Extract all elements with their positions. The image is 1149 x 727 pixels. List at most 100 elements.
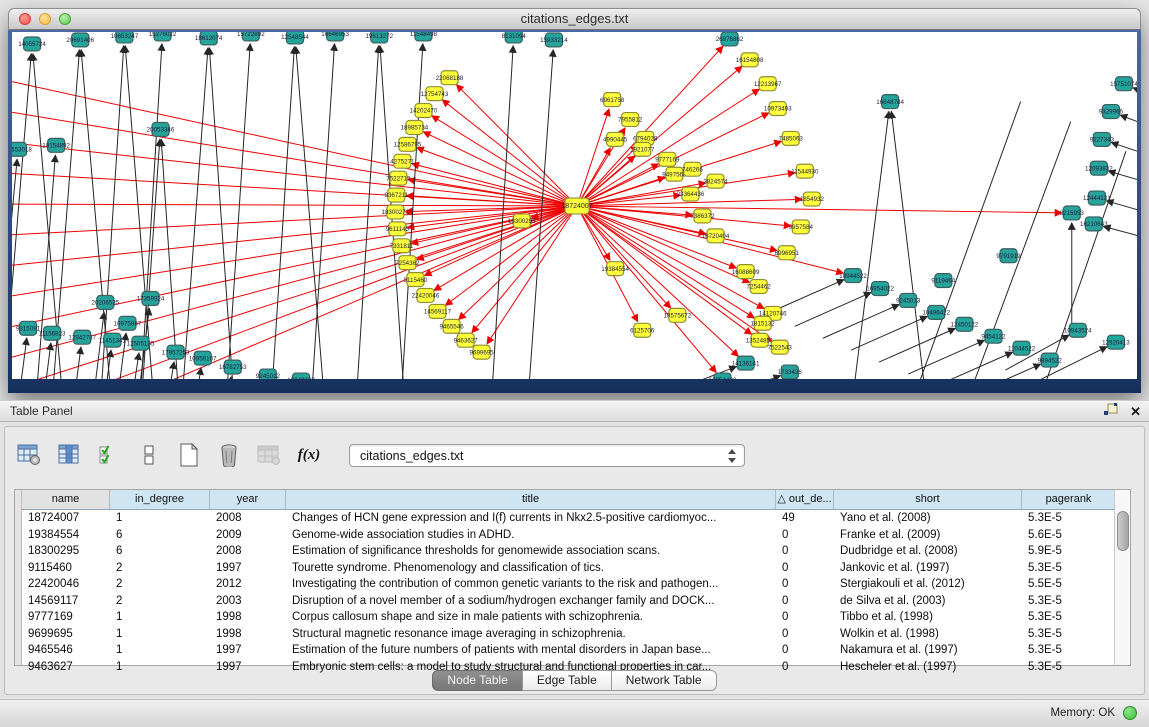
network-node[interactable]: 1854932 [800,192,825,206]
network-node[interactable]: 7522713 [386,171,411,185]
column-header[interactable]: name [22,490,110,509]
network-node[interactable]: 20206535 [92,295,120,309]
network-node[interactable]: 11156823 [39,326,66,340]
network-node[interactable]: 12444131 [1083,191,1111,205]
network-node[interactable]: 12548544 [281,32,309,44]
dropdown-stepper-icon[interactable] [726,448,738,464]
table-row[interactable]: 1830029562008Estimation of significance … [22,543,1130,560]
network-node[interactable]: 8215953 [1060,206,1085,220]
network-node[interactable]: 8131094 [502,32,527,43]
network-node[interactable]: 16646953 [321,32,349,41]
network-node[interactable]: 10975887 [114,316,142,330]
network-node[interactable]: 9329966 [1099,105,1124,119]
network-node[interactable]: 14569117 [424,304,452,318]
table-row[interactable]: 977716911998Corpus callosum shape and si… [22,609,1130,626]
network-node[interactable]: 10340122 [287,373,315,379]
network-node[interactable]: 12586795 [394,137,422,151]
network-node[interactable]: 16154808 [736,53,764,67]
close-window-button[interactable] [19,13,31,25]
network-node[interactable]: 12450122 [951,317,979,331]
network-node[interactable]: 18612074 [195,32,223,45]
network-node[interactable]: 18154892 [42,138,70,152]
column-header[interactable]: short [834,490,1022,509]
network-node[interactable]: 12754743 [421,87,449,101]
network-node[interactable]: 16954022 [866,282,894,296]
new-table-icon[interactable] [175,441,203,469]
network-node[interactable]: 16782753 [219,360,247,374]
network-node[interactable]: 9957584 [789,220,814,234]
network-node[interactable]: 9115460 [404,273,428,287]
network-node[interactable]: 7331811 [390,239,414,253]
network-node[interactable]: 12505135 [127,336,155,350]
network-node[interactable]: 26876862 [716,32,744,46]
network-node[interactable]: 746266 [682,162,703,176]
select-rows-checklist-icon[interactable] [95,441,123,469]
network-node[interactable]: 6125706 [630,323,655,337]
network-node[interactable]: 16648784 [876,95,904,109]
network-node[interactable]: 15933214 [540,33,568,47]
network-node[interactable]: 9777169 [655,152,680,166]
network-node[interactable]: 9611145 [386,222,410,236]
network-node[interactable]: 16210643 [1080,217,1108,231]
table-row[interactable]: 1456911722003Disruption of a novel membe… [22,593,1130,610]
network-node[interactable]: 9465546 [439,319,464,333]
network-canvas[interactable]: 1872400722068188127547431420247018985734… [12,32,1137,379]
network-node[interactable]: 10653247 [111,32,139,43]
network-window-titlebar[interactable]: citations_edges.txt [8,8,1141,30]
network-node[interactable]: 16720404 [702,229,730,243]
network-canvas-svg[interactable]: 1872400722068188127547431420247018985734… [12,32,1137,379]
column-header[interactable]: year [210,490,286,509]
minimize-window-button[interactable] [39,13,51,25]
network-node[interactable]: 10944522 [839,269,867,283]
network-node[interactable]: 15276022 [149,32,177,41]
network-node[interactable]: 6961758 [600,93,625,107]
select-column-icon[interactable] [55,441,83,469]
network-node[interactable]: 11451341 [99,333,127,347]
network-node[interactable]: 23364436 [677,187,705,201]
network-node[interactable]: 9245013 [896,293,921,307]
network-node[interactable]: 7955812 [618,113,643,127]
table-row[interactable]: 911546021997Tourette syndrome. Phenomeno… [22,560,1130,577]
network-node[interactable]: 1733426 [778,365,803,379]
tab-edge-table[interactable]: Edge Table [522,670,612,691]
table-selector-dropdown[interactable]: citations_edges.txt [349,444,745,467]
network-node[interactable]: 11044522 [1008,341,1036,355]
network-node[interactable]: 9245012 [256,369,281,379]
network-node[interactable]: 9315091 [16,321,41,335]
network-node[interactable]: 14055724 [18,37,46,51]
table-row[interactable]: 969969511998Structural magnetic resonanc… [22,626,1130,643]
network-node[interactable]: 9367211 [384,188,408,202]
network-node[interactable]: 10575672 [664,308,692,322]
row-height-icon[interactable] [135,441,163,469]
network-node[interactable]: 14136141 [732,356,760,370]
network-node[interactable]: 20691406 [66,33,94,47]
network-node[interactable]: 4990445 [603,132,628,146]
network-node[interactable]: 7254462 [747,280,772,294]
zoom-window-button[interactable] [59,13,71,25]
network-node[interactable]: 4275271 [390,154,415,168]
network-node[interactable]: 9791919 [996,249,1021,263]
network-node[interactable]: 20053346 [147,122,175,136]
network-node[interactable]: 9119464 [931,274,955,288]
table-row[interactable]: 2242004622012Investigating the contribut… [22,576,1130,593]
network-node[interactable]: 7485063 [779,131,804,145]
network-node[interactable]: 22420046 [412,289,440,303]
network-node[interactable]: 1921077 [630,142,655,156]
network-node[interactable]: 12213967 [754,77,782,91]
function-builder-icon[interactable]: f(x) [295,441,323,469]
network-node[interactable]: 18300271 [382,205,410,219]
column-header[interactable]: in_degree [110,490,210,509]
table-row[interactable]: 946554611997Estimation of the future num… [22,642,1130,659]
table-row[interactable]: 1938455462009Genome-wide association stu… [22,527,1130,544]
column-header[interactable]: pagerank [1022,490,1116,509]
close-panel-icon[interactable]: ✕ [1130,405,1141,418]
column-header[interactable]: △ out_de... [776,490,834,509]
network-node[interactable]: 12942737 [68,330,96,344]
network-node[interactable]: 9227343 [1090,132,1115,146]
scrollbar-thumb[interactable] [1117,511,1129,551]
network-node[interactable]: 9454122 [981,329,1006,343]
network-node[interactable]: 3824574 [703,174,728,188]
network-node[interactable]: 19613272 [365,32,393,43]
column-header[interactable]: title [286,490,776,509]
network-node[interactable]: 15751074 [1110,77,1137,91]
